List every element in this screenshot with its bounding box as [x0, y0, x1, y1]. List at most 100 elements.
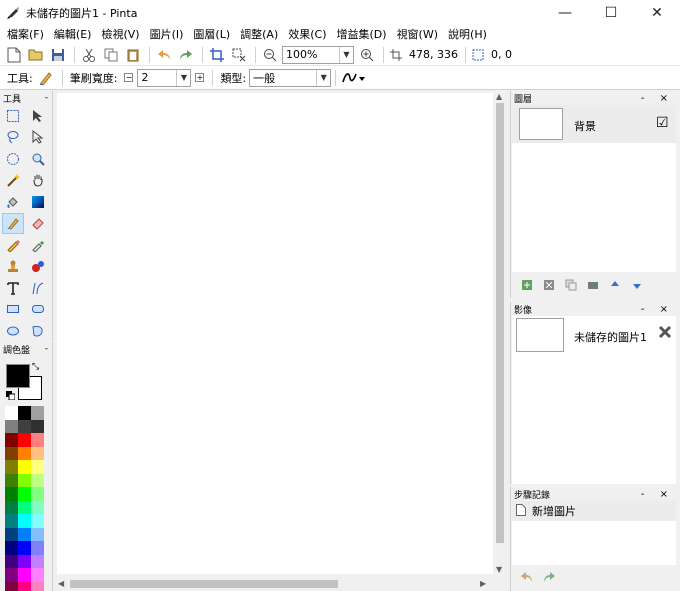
- move-selected-icon[interactable]: [27, 105, 49, 127]
- palette-panel-collapse[interactable]: -: [45, 344, 48, 354]
- rectangle-icon[interactable]: [2, 299, 24, 321]
- history-undo-icon[interactable]: [517, 568, 537, 586]
- menu-adjustments[interactable]: 調整(A): [235, 25, 283, 44]
- paintbrush-icon[interactable]: [2, 212, 24, 234]
- merge-layer-icon[interactable]: [583, 276, 603, 294]
- menu-file[interactable]: 檔案(F): [2, 25, 49, 44]
- open-folder-icon[interactable]: [26, 46, 46, 64]
- paint-bucket-icon[interactable]: [2, 191, 24, 213]
- zoom-combo[interactable]: 100% ▼: [282, 45, 354, 64]
- freeform-shape-icon[interactable]: [27, 320, 49, 342]
- palette-swatch[interactable]: [18, 419, 31, 433]
- palette-swatch[interactable]: [5, 460, 18, 474]
- palette-swatch[interactable]: [5, 541, 18, 555]
- horizontal-scrollbar[interactable]: ◀ ▶: [54, 577, 493, 591]
- menu-addins[interactable]: 增益集(D): [332, 25, 392, 44]
- palette-swatch[interactable]: [18, 460, 31, 474]
- palette-swatch[interactable]: [5, 446, 18, 460]
- lasso-select-icon[interactable]: [2, 127, 24, 149]
- paste-icon[interactable]: [123, 46, 143, 64]
- eraser-icon[interactable]: [27, 213, 49, 235]
- tools-panel-collapse[interactable]: -: [45, 93, 48, 103]
- zoom-out-icon[interactable]: [260, 46, 280, 64]
- palette-swatch[interactable]: [5, 568, 18, 582]
- type-combo[interactable]: 一般 ▼: [249, 68, 332, 87]
- move-layer-down-icon[interactable]: [627, 276, 647, 294]
- palette-swatch[interactable]: [5, 554, 18, 568]
- pencil-icon[interactable]: [2, 234, 24, 256]
- palette-swatch[interactable]: [18, 500, 31, 514]
- palette-swatch[interactable]: [18, 446, 31, 460]
- close-button[interactable]: ✕: [634, 0, 680, 25]
- layer-visibility-checkbox[interactable]: ☑: [656, 115, 669, 131]
- increase-brush-width-button[interactable]: +: [195, 73, 205, 82]
- copy-icon[interactable]: [101, 46, 121, 64]
- minimize-button[interactable]: —: [542, 0, 588, 25]
- pan-icon[interactable]: [27, 170, 49, 192]
- recolor-icon[interactable]: [27, 256, 49, 278]
- chevron-down-icon[interactable]: ▼: [176, 69, 190, 86]
- menu-image[interactable]: 圖片(I): [145, 25, 189, 44]
- palette-swatch[interactable]: [18, 514, 31, 528]
- history-redo-icon[interactable]: [539, 568, 559, 586]
- close-image-icon[interactable]: [658, 325, 672, 342]
- menu-view[interactable]: 檢視(V): [96, 25, 144, 44]
- menu-layers[interactable]: 圖層(L): [188, 25, 235, 44]
- palette-swatch[interactable]: [5, 473, 18, 487]
- palette-swatch[interactable]: [31, 541, 44, 555]
- chevron-down-icon[interactable]: ▼: [339, 46, 353, 63]
- palette-swatch[interactable]: [5, 527, 18, 541]
- horizontal-scroll-thumb[interactable]: [70, 580, 338, 588]
- palette-swatch[interactable]: [31, 460, 44, 474]
- menu-effects[interactable]: 效果(C): [283, 25, 331, 44]
- palette-swatch[interactable]: [18, 541, 31, 555]
- palette-swatch[interactable]: [5, 500, 18, 514]
- palette-swatch[interactable]: [31, 406, 44, 420]
- move-layer-up-icon[interactable]: [605, 276, 625, 294]
- palette-swatch[interactable]: [31, 527, 44, 541]
- swap-colors-icon[interactable]: ⤡: [32, 362, 39, 372]
- magic-wand-icon[interactable]: [2, 170, 24, 192]
- duplicate-layer-icon[interactable]: [561, 276, 581, 294]
- palette-swatch[interactable]: [18, 406, 31, 420]
- ellipse-icon[interactable]: [2, 320, 24, 342]
- clone-stamp-icon[interactable]: [2, 256, 24, 278]
- images-panel-controls[interactable]: - ×: [641, 304, 674, 315]
- palette-swatch[interactable]: [18, 581, 31, 591]
- chevron-down-icon[interactable]: ▼: [316, 69, 330, 86]
- color-picker-icon[interactable]: [27, 234, 49, 256]
- zoom-icon[interactable]: [27, 148, 49, 170]
- palette-swatch[interactable]: [31, 473, 44, 487]
- line-curve-icon[interactable]: [27, 277, 49, 299]
- new-file-icon[interactable]: [4, 46, 24, 64]
- primary-color-swatch[interactable]: [6, 364, 30, 388]
- undo-icon[interactable]: [154, 46, 174, 64]
- palette-swatch[interactable]: [18, 433, 31, 447]
- brush-width-combo[interactable]: 2 ▼: [137, 68, 192, 87]
- palette-swatch[interactable]: [18, 527, 31, 541]
- palette-swatch[interactable]: [5, 514, 18, 528]
- text-icon[interactable]: [2, 277, 24, 299]
- gradient-icon[interactable]: [27, 191, 49, 213]
- palette-swatch[interactable]: [5, 419, 18, 433]
- scroll-up-icon[interactable]: ▲: [496, 92, 502, 101]
- palette-swatch[interactable]: [31, 500, 44, 514]
- palette-swatch[interactable]: [31, 419, 44, 433]
- palette-swatch[interactable]: [5, 487, 18, 501]
- rounded-rectangle-icon[interactable]: [27, 299, 49, 321]
- menu-window[interactable]: 視窗(W): [392, 25, 443, 44]
- layers-panel-controls[interactable]: - ×: [641, 93, 674, 104]
- palette-swatch[interactable]: [31, 446, 44, 460]
- add-layer-icon[interactable]: [517, 276, 537, 294]
- crop-to-selection-icon[interactable]: [207, 46, 227, 64]
- menu-edit[interactable]: 編輯(E): [49, 25, 97, 44]
- palette-swatch[interactable]: [18, 554, 31, 568]
- scroll-right-icon[interactable]: ▶: [480, 579, 486, 588]
- reset-colors-icon[interactable]: [6, 390, 16, 403]
- drawing-canvas[interactable]: [57, 93, 493, 574]
- deselect-icon[interactable]: [229, 46, 249, 64]
- vertical-scroll-thumb[interactable]: [496, 103, 504, 543]
- zoom-in-icon[interactable]: [357, 46, 377, 64]
- scroll-down-icon[interactable]: ▼: [496, 565, 502, 574]
- palette-swatch[interactable]: [31, 581, 44, 591]
